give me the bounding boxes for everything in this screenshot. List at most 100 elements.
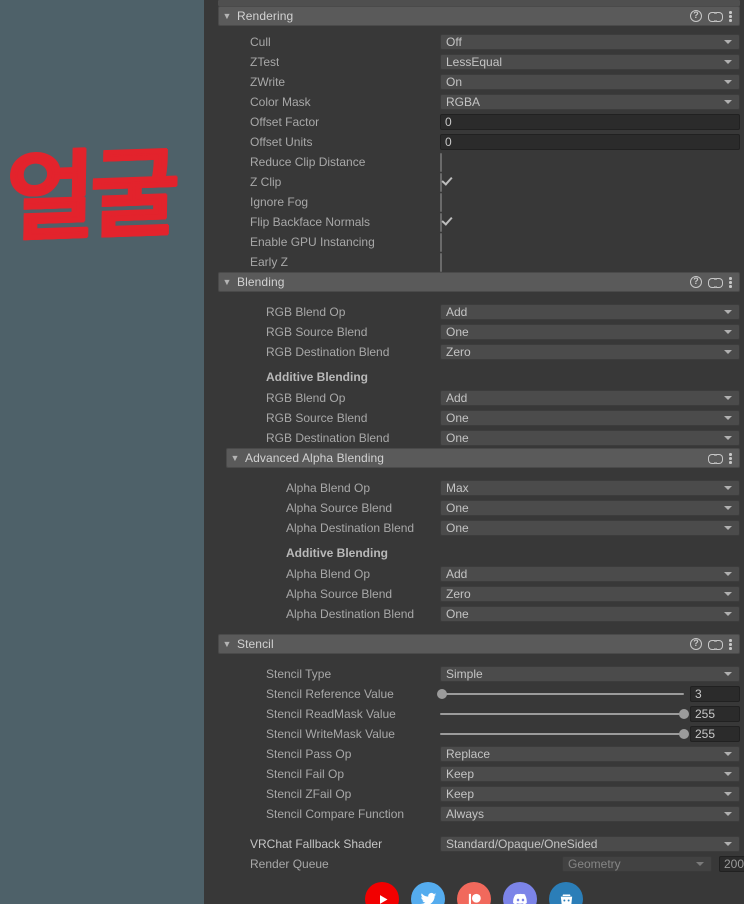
control-alpha-source-blend[interactable]: One: [440, 500, 740, 516]
row-offset-units[interactable]: Offset Units 0: [204, 132, 744, 152]
row-ignore-fog[interactable]: Ignore Fog: [204, 192, 744, 212]
dropdown-stencil-type[interactable]: Simple: [440, 666, 740, 682]
control-z-clip[interactable]: [440, 173, 740, 192]
control-stencil-pass-op[interactable]: Replace: [440, 746, 740, 762]
foldout-arrow-icon[interactable]: ▼: [219, 639, 235, 649]
row-ztest[interactable]: ZTest LessEqual: [204, 52, 744, 72]
section-header-rendering[interactable]: ▼ Rendering ?: [218, 6, 740, 26]
foldout-arrow-icon[interactable]: ▼: [227, 453, 243, 463]
discord-icon[interactable]: [503, 882, 537, 904]
dropdown-rgb-source-blend[interactable]: One: [440, 324, 740, 340]
row-alpha-source-blend[interactable]: Alpha Source Blend One: [204, 498, 744, 518]
slider-stencil-reference-value[interactable]: [437, 686, 684, 702]
dropdown-stencil-compare-function[interactable]: Always: [440, 806, 740, 822]
control-stencil-readmask-value[interactable]: 255: [440, 706, 740, 722]
dropdown-alpha-blend-op[interactable]: Max: [440, 480, 740, 496]
link-icon[interactable]: [708, 452, 723, 464]
control-additive-rgb-destination-blend[interactable]: One: [440, 430, 740, 446]
slider-stencil-writemask-value[interactable]: [440, 726, 689, 742]
control-stencil-fail-op[interactable]: Keep: [440, 766, 740, 782]
row-additive-alpha-blend-op[interactable]: Alpha Blend Op Add: [204, 564, 744, 584]
control-alpha-blend-op[interactable]: Max: [440, 480, 740, 496]
section-header-advanced-alpha-blending[interactable]: ▼ Advanced Alpha Blending: [226, 448, 740, 468]
control-enable-gpu-instancing[interactable]: [440, 233, 740, 252]
booth-icon[interactable]: [549, 882, 583, 904]
more-menu-icon[interactable]: [729, 637, 733, 651]
input-render-queue-number[interactable]: 2000: [719, 856, 744, 872]
control-stencil-compare-function[interactable]: Always: [440, 806, 740, 822]
input-stencil-reference-value[interactable]: 3: [690, 686, 740, 702]
foldout-arrow-icon[interactable]: ▼: [219, 277, 235, 287]
row-z-clip[interactable]: Z Clip: [204, 172, 744, 192]
input-offset-units[interactable]: 0: [440, 134, 740, 150]
link-icon[interactable]: [708, 276, 723, 288]
control-ztest[interactable]: LessEqual: [440, 54, 740, 70]
row-alpha-destination-blend[interactable]: Alpha Destination Blend One: [204, 518, 744, 538]
row-flip-backface-normals[interactable]: Flip Backface Normals: [204, 212, 744, 232]
slider-thumb[interactable]: [679, 709, 689, 719]
dropdown-alpha-source-blend[interactable]: One: [440, 500, 740, 516]
checkbox-ignore-fog[interactable]: [440, 193, 442, 212]
dropdown-stencil-pass-op[interactable]: Replace: [440, 746, 740, 762]
section-header-blending[interactable]: ▼ Blending ?: [218, 272, 740, 292]
control-reduce-clip-distance[interactable]: [440, 153, 740, 172]
slider-thumb[interactable]: [679, 729, 689, 739]
dropdown-stencil-fail-op[interactable]: Keep: [440, 766, 740, 782]
dropdown-additive-alpha-source-blend[interactable]: Zero: [440, 586, 740, 602]
control-stencil-zfail-op[interactable]: Keep: [440, 786, 740, 802]
checkbox-reduce-clip-distance[interactable]: [440, 153, 442, 172]
control-cull[interactable]: Off: [440, 34, 740, 50]
dropdown-rgb-destination-blend[interactable]: Zero: [440, 344, 740, 360]
dropdown-rgb-blend-op[interactable]: Add: [440, 304, 740, 320]
control-stencil-writemask-value[interactable]: 255: [440, 726, 740, 742]
dropdown-stencil-zfail-op[interactable]: Keep: [440, 786, 740, 802]
dropdown-cull[interactable]: Off: [440, 34, 740, 50]
control-flip-backface-normals[interactable]: [440, 213, 740, 232]
control-stencil-reference-value[interactable]: 3: [437, 686, 740, 702]
control-vrchat-fallback-shader[interactable]: Standard/Opaque/OneSided: [440, 836, 740, 852]
control-color-mask[interactable]: RGBA: [440, 94, 740, 110]
help-icon[interactable]: ?: [690, 638, 702, 650]
control-rgb-destination-blend[interactable]: Zero: [440, 344, 740, 360]
row-additive-rgb-source-blend[interactable]: RGB Source Blend One: [204, 408, 744, 428]
link-icon[interactable]: [708, 10, 723, 22]
row-additive-rgb-blend-op[interactable]: RGB Blend Op Add: [204, 388, 744, 408]
dropdown-zwrite[interactable]: On: [440, 74, 740, 90]
row-early-z[interactable]: Early Z: [204, 252, 744, 272]
slider-thumb[interactable]: [437, 689, 448, 699]
control-early-z[interactable]: [440, 253, 740, 272]
row-rgb-source-blend[interactable]: RGB Source Blend One: [204, 322, 744, 342]
youtube-icon[interactable]: [365, 882, 399, 904]
row-reduce-clip-distance[interactable]: Reduce Clip Distance: [204, 152, 744, 172]
control-additive-alpha-blend-op[interactable]: Add: [440, 566, 740, 582]
checkbox-flip-backface-normals[interactable]: [440, 213, 442, 232]
dropdown-render-queue-preset[interactable]: Geometry: [562, 856, 712, 872]
control-offset-units[interactable]: 0: [440, 134, 740, 150]
dropdown-additive-rgb-destination-blend[interactable]: One: [440, 430, 740, 446]
row-offset-factor[interactable]: Offset Factor 0: [204, 112, 744, 132]
link-icon[interactable]: [708, 638, 723, 650]
checkbox-early-z[interactable]: [440, 253, 442, 272]
row-rgb-blend-op[interactable]: RGB Blend Op Add: [204, 302, 744, 322]
more-menu-icon[interactable]: [729, 275, 733, 289]
row-alpha-blend-op[interactable]: Alpha Blend Op Max: [204, 478, 744, 498]
help-icon[interactable]: ?: [690, 276, 702, 288]
dropdown-color-mask[interactable]: RGBA: [440, 94, 740, 110]
control-alpha-destination-blend[interactable]: One: [440, 520, 740, 536]
row-vrchat-fallback-shader[interactable]: VRChat Fallback Shader Standard/Opaque/O…: [204, 834, 744, 854]
control-rgb-source-blend[interactable]: One: [440, 324, 740, 340]
patreon-icon[interactable]: [457, 882, 491, 904]
foldout-arrow-icon[interactable]: ▼: [219, 11, 235, 21]
control-additive-alpha-destination-blend[interactable]: One: [440, 606, 740, 622]
dropdown-alpha-destination-blend[interactable]: One: [440, 520, 740, 536]
row-stencil-readmask-value[interactable]: Stencil ReadMask Value 255: [204, 704, 744, 724]
control-additive-rgb-blend-op[interactable]: Add: [440, 390, 740, 406]
slider-stencil-readmask-value[interactable]: [440, 706, 689, 722]
row-additive-rgb-destination-blend[interactable]: RGB Destination Blend One: [204, 428, 744, 448]
row-stencil-pass-op[interactable]: Stencil Pass Op Replace: [204, 744, 744, 764]
control-stencil-type[interactable]: Simple: [440, 666, 740, 682]
section-header-stencil[interactable]: ▼ Stencil ?: [218, 634, 740, 654]
control-additive-alpha-source-blend[interactable]: Zero: [440, 586, 740, 602]
checkbox-enable-gpu-instancing[interactable]: [440, 233, 442, 252]
control-offset-factor[interactable]: 0: [440, 114, 740, 130]
